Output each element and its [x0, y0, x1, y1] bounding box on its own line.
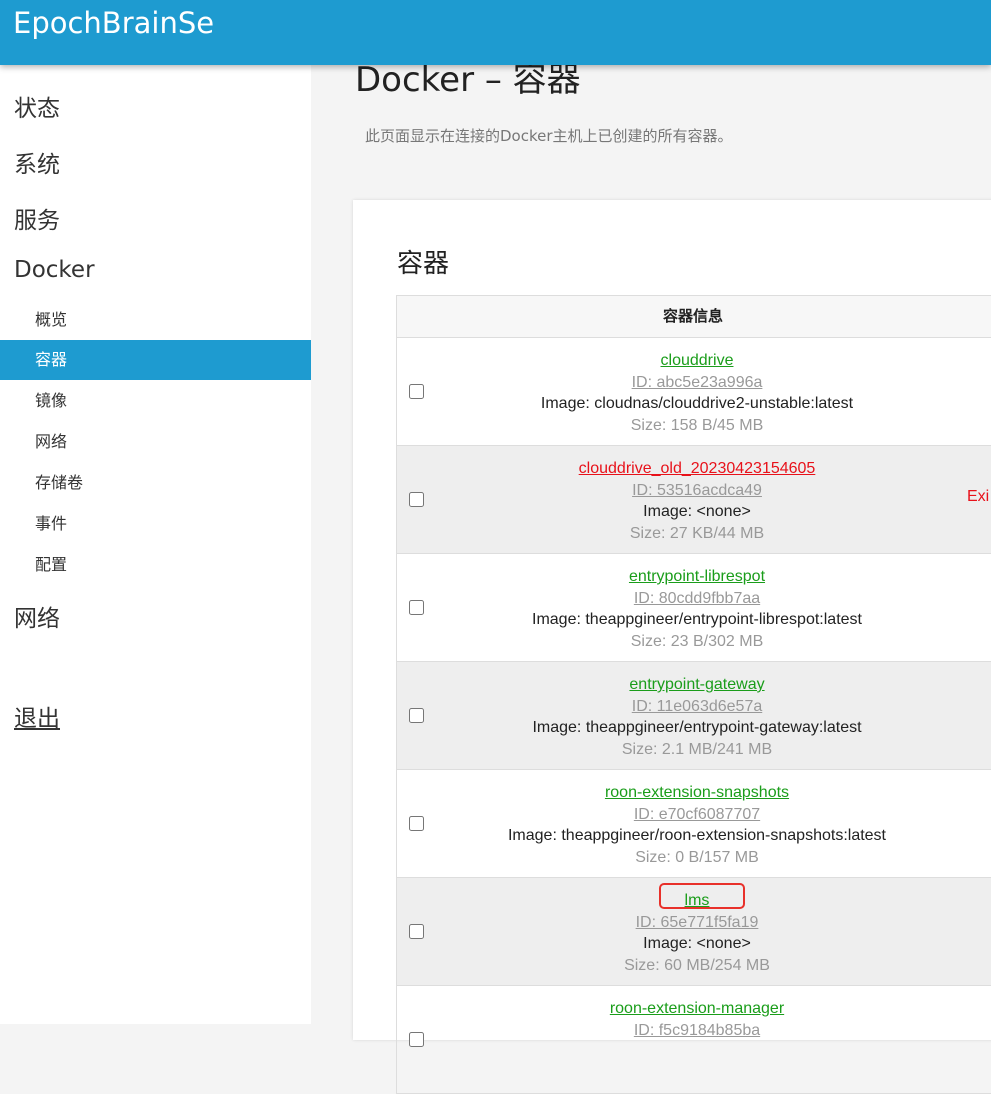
table-header: 容器信息	[397, 296, 991, 338]
container-name-link[interactable]: roon-extension-manager	[610, 1000, 784, 1017]
table-row: roon-extension-snapshots ID: e70cf608770…	[397, 770, 991, 878]
sidebar-item-services[interactable]: 服务	[14, 201, 60, 235]
container-info: roon-extension-snapshots ID: e70cf608770…	[397, 782, 991, 868]
container-id: ID: f5c9184b85ba	[633, 1021, 761, 1039]
container-name-link[interactable]: entrypoint-gateway	[629, 676, 764, 693]
container-id: ID: 53516acdca49	[632, 481, 762, 499]
sidebar-item-docker[interactable]: Docker	[14, 257, 95, 283]
sidebar-subitem-images[interactable]: 镜像	[0, 381, 311, 421]
container-name-link[interactable]: clouddrive_old_20230423154605	[579, 460, 816, 477]
container-size: Size: 0 B/157 MB	[635, 848, 759, 866]
container-info: roon-extension-manager ID: f5c9184b85ba	[397, 998, 991, 1041]
container-info: clouddrive_old_20230423154605 ID: 53516a…	[397, 458, 991, 544]
container-status: Exi	[967, 488, 990, 505]
sidebar-subitem-config[interactable]: 配置	[0, 545, 311, 585]
sidebar-subitem-events[interactable]: 事件	[0, 504, 311, 544]
table-row: clouddrive_old_20230423154605 ID: 53516a…	[397, 446, 991, 554]
container-name-link[interactable]: roon-extension-snapshots	[605, 784, 789, 801]
table-row: roon-extension-manager ID: f5c9184b85ba	[397, 986, 991, 1094]
sidebar-subitem-volumes[interactable]: 存储卷	[0, 463, 311, 503]
panel-title: 容器	[397, 249, 450, 279]
container-name-link[interactable]: clouddrive	[661, 352, 734, 369]
container-size: Size: 2.1 MB/241 MB	[621, 740, 773, 758]
container-id: ID: e70cf6087707	[633, 805, 761, 823]
table-row: clouddrive ID: abc5e23a996a Image: cloud…	[397, 338, 991, 446]
brand-title[interactable]: EpochBrainSe	[13, 6, 214, 40]
container-id: ID: 80cdd9fbb7aa	[633, 589, 761, 607]
container-size: Size: 23 B/302 MB	[630, 632, 764, 650]
container-info: clouddrive ID: abc5e23a996a Image: cloud…	[397, 350, 991, 436]
sidebar-item-status[interactable]: 状态	[14, 89, 60, 123]
container-info: entrypoint-librespot ID: 80cdd9fbb7aa Im…	[397, 566, 991, 652]
annotation-highlight-box	[659, 883, 745, 909]
sidebar: 状态 系统 服务 Docker 概览 容器 镜像 网络 存储卷 事件 配置 网络…	[0, 65, 311, 1024]
page-description: 此页面显示在连接的Docker主机上已创建的所有容器。	[365, 127, 733, 145]
sidebar-subitem-containers[interactable]: 容器	[0, 340, 311, 380]
container-id: ID: abc5e23a996a	[631, 373, 763, 391]
container-name-link[interactable]: entrypoint-librespot	[629, 568, 765, 585]
container-size: Size: 60 MB/254 MB	[624, 956, 770, 974]
column-header-container-info: 容器信息	[663, 307, 724, 325]
top-bar: EpochBrainSe	[0, 0, 991, 65]
containers-panel: 容器 容器信息 clouddrive ID: abc5e23a996a Imag…	[353, 200, 991, 1094]
container-image: Image: theappgineer/entrypoint-gateway:l…	[532, 719, 862, 736]
container-size: Size: 158 B/45 MB	[630, 416, 764, 434]
sidebar-item-logout[interactable]: 退出	[14, 699, 60, 733]
container-image: Image: <none>	[643, 935, 751, 952]
table-row: entrypoint-librespot ID: 80cdd9fbb7aa Im…	[397, 554, 991, 662]
container-image: Image: theappgineer/roon-extension-snaps…	[507, 827, 886, 844]
sidebar-item-network[interactable]: 网络	[14, 599, 60, 633]
container-image: Image: <none>	[643, 503, 751, 520]
sidebar-subitem-overview[interactable]: 概览	[0, 300, 311, 340]
container-image: Image: cloudnas/clouddrive2-unstable:lat…	[540, 395, 854, 412]
container-info: entrypoint-gateway ID: 11e063d6e57a Imag…	[397, 674, 991, 760]
container-size: Size: 27 KB/44 MB	[629, 524, 765, 542]
sidebar-subitem-networks[interactable]: 网络	[0, 422, 311, 462]
sidebar-item-system[interactable]: 系统	[14, 145, 60, 179]
containers-table: 容器信息 clouddrive ID: abc5e23a996a Image: …	[396, 295, 991, 1094]
container-id: ID: 11e063d6e57a	[631, 697, 763, 715]
container-id: ID: 65e771f5fa19	[635, 913, 759, 931]
table-row: entrypoint-gateway ID: 11e063d6e57a Imag…	[397, 662, 991, 770]
container-image: Image: theappgineer/entrypoint-librespot…	[532, 611, 862, 628]
